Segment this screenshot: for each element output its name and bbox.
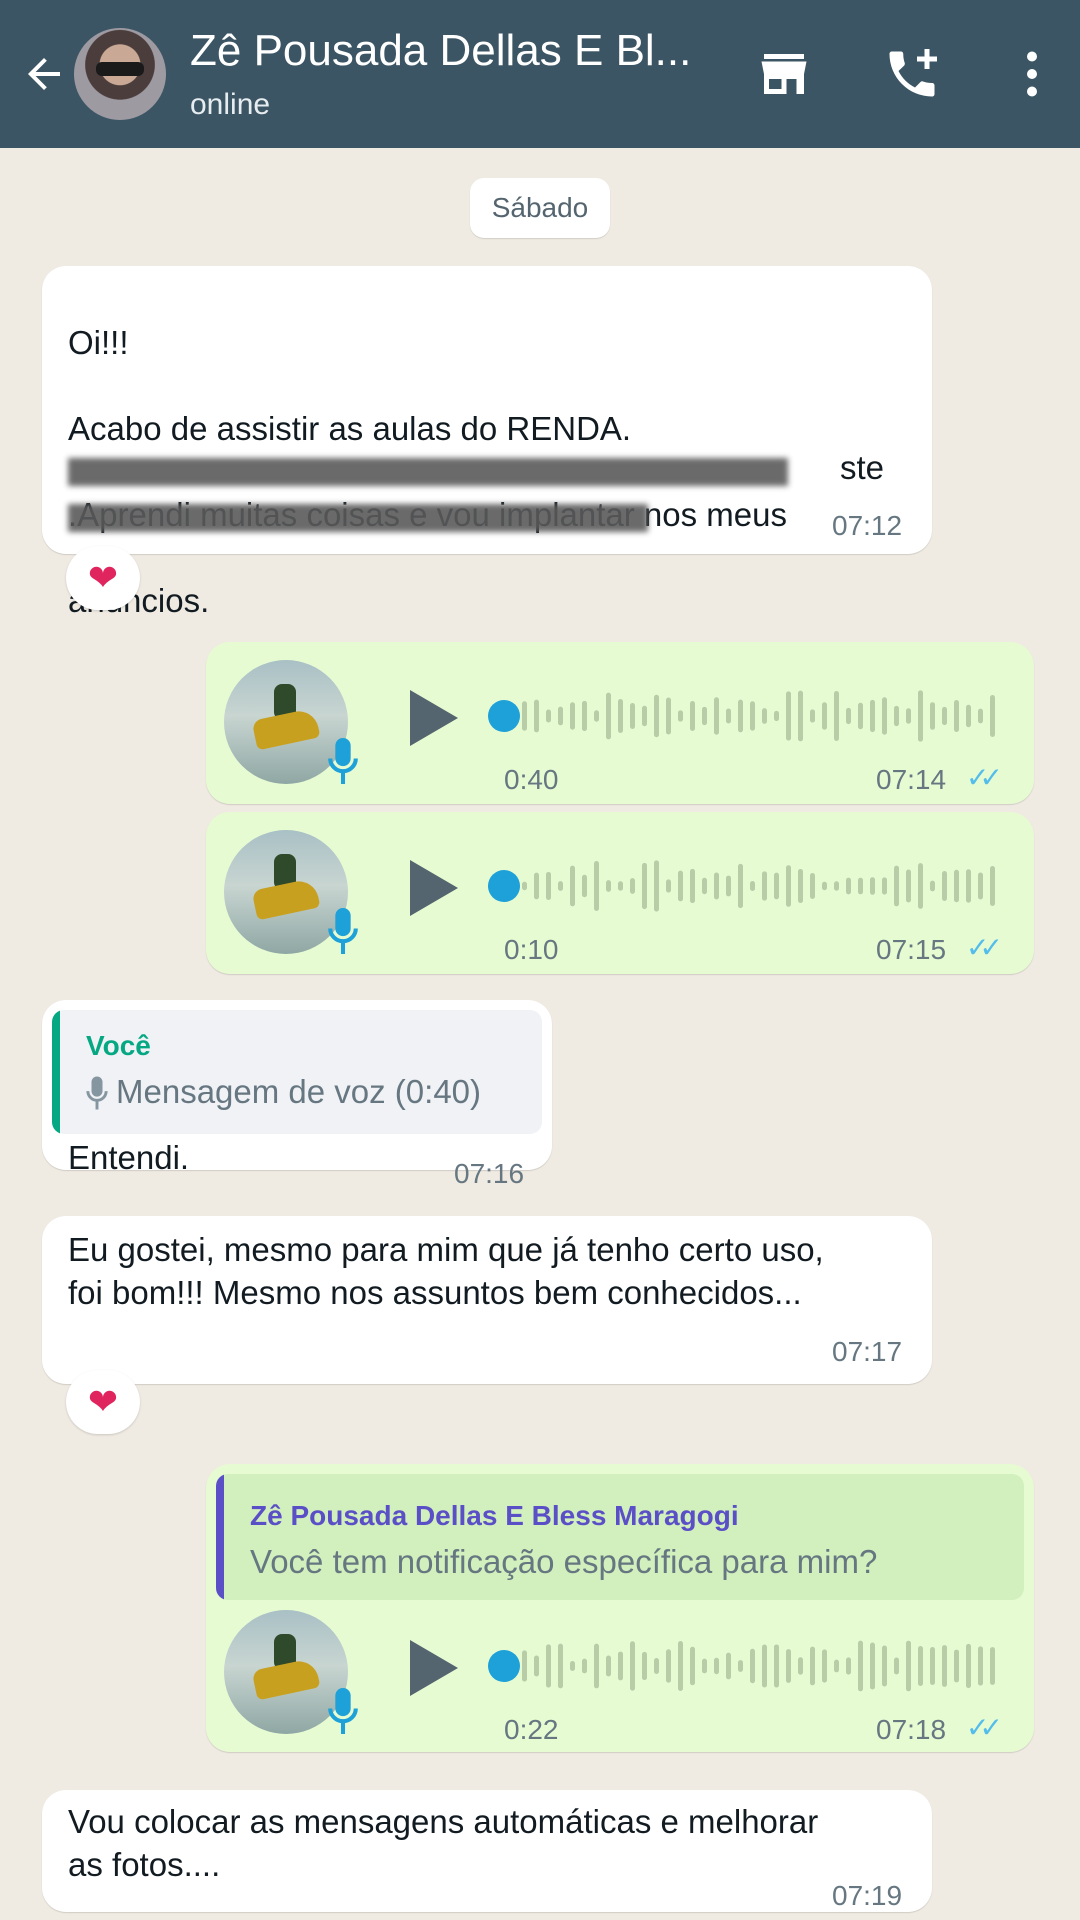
playback-slider[interactable] [488, 700, 520, 732]
redacted-text [68, 458, 788, 486]
chat-header: Zê Pousada Dellas E Bl... online [0, 0, 1080, 148]
chat-area[interactable]: Sábado Oi!!! Acabo de assistir as aulas … [0, 148, 1080, 1920]
more-vert-icon[interactable] [1002, 44, 1062, 104]
mic-icon [328, 1688, 358, 1734]
message-time: 07:19 [832, 1880, 903, 1911]
heart-reaction-icon[interactable]: ❤ [66, 1370, 140, 1434]
waveform [522, 860, 995, 912]
redacted-text [68, 504, 648, 532]
message-bubble-incoming[interactable]: Oi!!! Acabo de assistir as aulas do REND… [42, 266, 932, 619]
play-icon[interactable] [406, 856, 462, 920]
contact-name[interactable]: Zê Pousada Dellas E Bl... [190, 26, 710, 76]
message-line: Oi!!! [68, 324, 129, 361]
play-icon[interactable] [406, 686, 462, 750]
mic-icon [86, 1076, 108, 1110]
quote-author: Zê Pousada Dellas E Bless Maragogi [250, 1500, 739, 1531]
read-ticks-icon: ✓✓ [966, 1712, 1003, 1743]
voice-message-outgoing[interactable]: 0:40 07:14 ✓✓ [206, 642, 1034, 804]
voice-duration: 0:10 [504, 934, 559, 965]
message-text: Entendi. [68, 1139, 190, 1176]
add-call-icon[interactable] [882, 44, 942, 104]
voice-message-outgoing[interactable]: 0:10 07:15 ✓✓ [206, 812, 1034, 974]
voice-duration: 0:22 [504, 1714, 559, 1745]
quote-bar [216, 1474, 224, 1600]
message-time: 07:18 [876, 1714, 947, 1745]
message-time: 07:14 [876, 764, 947, 795]
message-time: 07:16 [454, 1158, 525, 1189]
message-bubble-incoming[interactable]: Eu gostei, mesmo para mim que já tenho c… [42, 1216, 932, 1384]
read-ticks-icon: ✓✓ [966, 762, 1003, 793]
store-icon[interactable] [754, 44, 814, 104]
quote-bar [52, 1010, 60, 1134]
message-line: anúncios. [68, 582, 210, 619]
message-text: Eu gostei, mesmo para mim que já tenho c… [68, 1231, 824, 1311]
heart-reaction-icon[interactable]: ❤ [66, 546, 140, 610]
message-time: 07:15 [876, 934, 947, 965]
playback-slider[interactable] [488, 1650, 520, 1682]
message-text: Vou colocar as mensagens automáticas e m… [68, 1803, 819, 1883]
quoted-message[interactable]: Você Mensagem de voz (0:40) [52, 1010, 542, 1134]
message-bubble-incoming[interactable]: Vou colocar as mensagens automáticas e m… [42, 1790, 932, 1912]
quote-author: Você [86, 1030, 151, 1061]
voice-message-outgoing[interactable]: Zê Pousada Dellas E Bless Maragogi Você … [206, 1464, 1034, 1752]
contact-avatar[interactable] [74, 28, 166, 120]
message-line: Acabo de assistir as aulas do RENDA. [68, 410, 632, 447]
message-time: 07:12 [832, 510, 903, 541]
mic-icon [328, 738, 358, 784]
voice-duration: 0:40 [504, 764, 559, 795]
message-bubble-incoming[interactable]: Você Mensagem de voz (0:40) Entendi. 07:… [42, 1000, 552, 1189]
waveform [522, 690, 995, 742]
read-ticks-icon: ✓✓ [966, 932, 1003, 963]
mic-icon [328, 908, 358, 954]
contact-status: online [190, 88, 271, 121]
play-icon[interactable] [406, 1636, 462, 1700]
quote-text: Você tem notificação específica para mim… [250, 1543, 878, 1580]
back-arrow-icon[interactable] [20, 50, 68, 98]
quoted-message[interactable]: Zê Pousada Dellas E Bless Maragogi Você … [216, 1474, 1024, 1600]
message-time: 07:17 [832, 1336, 903, 1367]
date-chip: Sábado [470, 178, 610, 238]
quote-text: Mensagem de voz (0:40) [116, 1073, 482, 1110]
waveform [522, 1640, 995, 1692]
partial-text: ste [840, 449, 885, 486]
playback-slider[interactable] [488, 870, 520, 902]
